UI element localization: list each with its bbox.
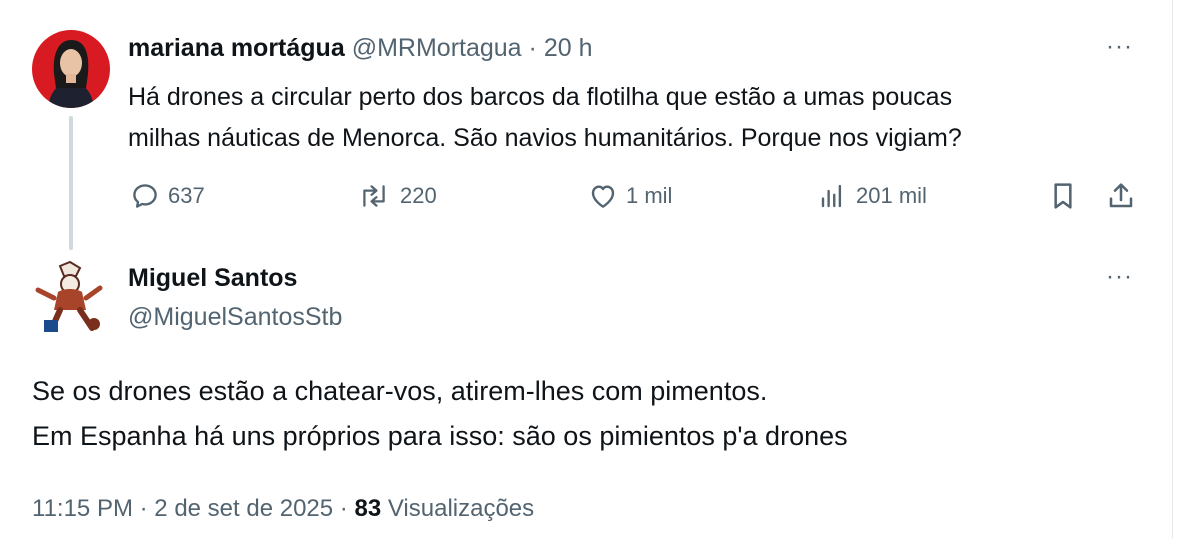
- tweet-time[interactable]: 20 h: [544, 34, 593, 62]
- reply-author-name[interactable]: Miguel Santos: [128, 264, 297, 293]
- avatar-miguel[interactable]: [30, 258, 110, 338]
- bookmark-icon: [1054, 183, 1072, 209]
- like-icon: [591, 185, 615, 208]
- bookmark-button[interactable]: [1047, 180, 1079, 217]
- reply-views-label: Visualizações: [387, 495, 535, 522]
- repost-icon: [363, 185, 385, 207]
- share-button[interactable]: [1105, 180, 1137, 217]
- views-button[interactable]: 201 mil: [818, 180, 927, 212]
- reply-meta: 11:15 PM · 2 de set de 2025 · 83 Visuali…: [32, 495, 534, 523]
- more-icon[interactable]: ···: [1106, 35, 1133, 59]
- timeline-border: [1172, 0, 1173, 538]
- reply-count: 637: [168, 183, 205, 208]
- share-icon: [1109, 183, 1133, 208]
- views-count: 201 mil: [856, 183, 927, 208]
- tweet-text-line-1: Há drones a circular perto dos barcos da…: [128, 83, 953, 111]
- header-separator: ·: [528, 34, 537, 62]
- reply-text-line-2: Em Espanha há uns próprios para isso: sã…: [32, 421, 848, 451]
- reply-author-handle[interactable]: @MiguelSantosStb: [128, 303, 342, 332]
- meta-separator-2: ·: [339, 495, 348, 522]
- tweet-text-line-2: milhas náuticas de Menorca. São navios h…: [128, 124, 962, 152]
- views-icon: [821, 184, 842, 208]
- like-button[interactable]: 1 mil: [588, 180, 672, 212]
- thread-connector: [69, 116, 73, 250]
- tweet-text: Há drones a circular perto dos barcos da…: [128, 77, 1148, 159]
- reply-icon: [133, 184, 157, 208]
- author-handle[interactable]: @MRMortagua: [352, 34, 522, 62]
- reply-more-icon[interactable]: ···: [1106, 265, 1133, 289]
- meta-separator: ·: [139, 495, 148, 522]
- repost-button[interactable]: 220: [356, 180, 437, 212]
- reply-time[interactable]: 11:15 PM: [32, 495, 133, 522]
- reply-text: Se os drones estão a chatear-vos, atirem…: [32, 369, 1132, 459]
- reply-views-count: 83: [354, 495, 382, 522]
- repost-count: 220: [400, 183, 437, 208]
- tweet-header: mariana mortágua @MRMortagua · 20 h: [128, 34, 592, 63]
- reply-text-line-1: Se os drones estão a chatear-vos, atirem…: [32, 376, 768, 406]
- reply-date[interactable]: 2 de set de 2025: [154, 495, 333, 522]
- reply-button[interactable]: 637: [130, 180, 205, 212]
- like-count: 1 mil: [626, 183, 673, 208]
- author-name[interactable]: mariana mortágua: [128, 34, 345, 62]
- avatar-mariana[interactable]: [32, 30, 110, 108]
